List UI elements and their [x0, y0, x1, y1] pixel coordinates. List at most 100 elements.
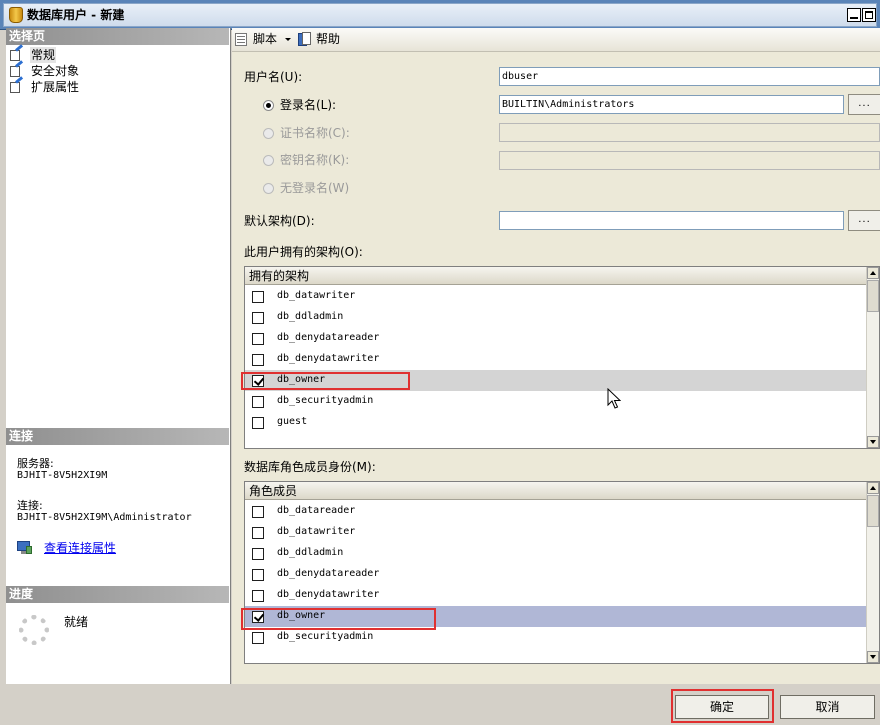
server-label: 服务器: [17, 457, 54, 470]
default-schema-input[interactable] [499, 211, 844, 230]
scroll-thumb[interactable] [867, 280, 879, 312]
owned-schemas-scrollbar[interactable] [866, 267, 879, 448]
cert-name-input[interactable] [499, 123, 880, 142]
title-bar: 数据库用户 - 新建 [0, 0, 880, 30]
role-name: db_denydatawriter [277, 589, 380, 600]
scroll-down-icon[interactable] [867, 436, 879, 448]
page-icon [10, 44, 25, 61]
nav-item-label: 扩展属性 [31, 80, 80, 94]
role-name: db_denydatareader [277, 568, 380, 579]
username-input[interactable]: dbuser [499, 67, 880, 86]
login-browse-button[interactable]: ... [848, 94, 880, 115]
help-icon [298, 32, 312, 47]
maximize-button[interactable] [862, 8, 876, 22]
scroll-up-icon[interactable] [867, 482, 879, 494]
row-checkbox[interactable] [252, 291, 264, 303]
row-checkbox[interactable] [252, 417, 264, 429]
mouse-pointer-icon [607, 388, 621, 409]
connection-header: 连接 [6, 428, 229, 445]
role-members-column-header[interactable]: 角色成员 [245, 482, 867, 500]
role-name: db_securityadmin [277, 631, 374, 642]
window-title: 数据库用户 - 新建 [27, 8, 125, 22]
schema-name: guest [277, 416, 308, 427]
username-label: 用户名(U): [244, 70, 303, 84]
left-pane: 选择页 常规 安全对象 扩展属性 连接 服务器: BJHIT-8V5H2XI9M… [6, 28, 231, 684]
key-name-radio[interactable] [263, 155, 274, 166]
login-name-label: 登录名(L): [280, 98, 337, 112]
role-members-scrollbar[interactable] [866, 482, 879, 663]
role-members-label: 数据库角色成员身份(M): [244, 460, 376, 474]
table-row[interactable]: db_datawriter [245, 286, 867, 307]
row-checkbox[interactable] [252, 611, 264, 623]
table-row[interactable]: guest [245, 412, 867, 433]
row-checkbox[interactable] [252, 548, 264, 560]
ok-button[interactable]: 确定 [675, 695, 769, 719]
database-icon [9, 7, 23, 23]
row-checkbox[interactable] [252, 396, 264, 408]
select-page-header: 选择页 [6, 28, 229, 45]
role-name: db_ddladmin [277, 547, 344, 558]
no-login-label: 无登录名(W) [280, 181, 350, 195]
table-row-selected[interactable]: db_owner [245, 370, 867, 391]
connection-properties-icon [17, 541, 33, 554]
row-checkbox[interactable] [252, 632, 264, 644]
schema-name: db_datawriter [277, 290, 356, 301]
role-name: db_owner [277, 610, 326, 621]
view-connection-properties-link[interactable]: 查看连接属性 [44, 540, 116, 556]
scroll-thumb[interactable] [867, 495, 879, 527]
row-checkbox[interactable] [252, 312, 264, 324]
page-icon [10, 76, 25, 93]
login-name-input[interactable]: BUILTIN\Administrators [499, 95, 844, 114]
nav-item-label: 安全对象 [31, 64, 80, 78]
progress-status: 就绪 [64, 615, 89, 629]
toolbar: 脚本 帮助 [232, 28, 880, 52]
progress-header: 进度 [6, 586, 229, 603]
row-checkbox[interactable] [252, 569, 264, 581]
no-login-radio[interactable] [263, 183, 274, 194]
table-row[interactable]: db_ddladmin [245, 307, 867, 328]
key-name-input[interactable] [499, 151, 880, 170]
right-pane: 脚本 帮助 用户名(U): dbuser 登录名(L): BUILTIN\Adm… [232, 28, 880, 684]
table-row[interactable]: db_datawriter [245, 522, 867, 543]
row-checkbox[interactable] [252, 506, 264, 518]
table-row-selected[interactable]: db_owner [245, 606, 867, 627]
login-name-radio[interactable] [263, 100, 274, 111]
schema-browse-button[interactable]: ... [848, 210, 880, 231]
schema-name: db_denydatareader [277, 332, 380, 343]
table-row[interactable]: db_denydatawriter [245, 585, 867, 606]
minimize-button[interactable] [847, 8, 861, 22]
schema-name: db_securityadmin [277, 395, 374, 406]
row-checkbox[interactable] [252, 354, 264, 366]
connection-label: 连接: [17, 499, 43, 512]
key-name-label: 密钥名称(K): [280, 153, 350, 167]
table-row[interactable]: db_denydatareader [245, 564, 867, 585]
chevron-down-icon[interactable] [285, 38, 291, 41]
schema-name: db_ddladmin [277, 311, 344, 322]
owned-schemas-column-header[interactable]: 拥有的架构 [245, 267, 867, 285]
script-button[interactable]: 脚本 [253, 31, 277, 47]
cert-name-radio[interactable] [263, 128, 274, 139]
scroll-down-icon[interactable] [867, 651, 879, 663]
table-row[interactable]: db_securityadmin [245, 627, 867, 648]
scroll-up-icon[interactable] [867, 267, 879, 279]
table-row[interactable]: db_denydatareader [245, 328, 867, 349]
row-checkbox[interactable] [252, 333, 264, 345]
role-members-grid: 角色成员 db_datareader db_datawriter db_ddla… [244, 481, 880, 664]
row-checkbox[interactable] [252, 590, 264, 602]
row-checkbox[interactable] [252, 375, 264, 387]
cert-name-label: 证书名称(C): [280, 126, 350, 140]
script-icon [234, 31, 249, 47]
table-row[interactable]: db_securityadmin [245, 391, 867, 412]
owned-schemas-grid: 拥有的架构 db_datawriter db_ddladmin db_denyd… [244, 266, 880, 449]
cancel-button[interactable]: 取消 [780, 695, 875, 719]
row-checkbox[interactable] [252, 527, 264, 539]
schema-name: db_owner [277, 374, 326, 385]
server-value: BJHIT-8V5H2XI9M [17, 470, 108, 481]
nav-item-label: 常规 [30, 47, 57, 63]
table-row[interactable]: db_ddladmin [245, 543, 867, 564]
schema-name: db_denydatawriter [277, 353, 380, 364]
help-button[interactable]: 帮助 [316, 31, 340, 47]
table-row[interactable]: db_denydatawriter [245, 349, 867, 370]
title-bar-inner [3, 3, 877, 27]
table-row[interactable]: db_datareader [245, 501, 867, 522]
